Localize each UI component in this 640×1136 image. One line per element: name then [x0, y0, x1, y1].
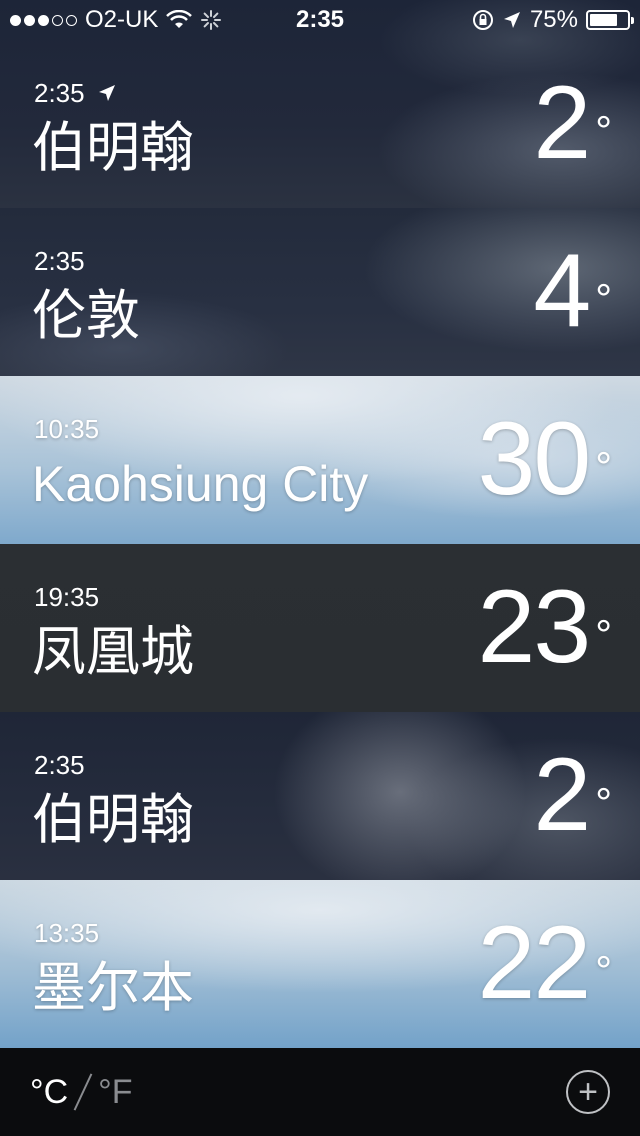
unit-separator — [73, 1073, 93, 1111]
fahrenheit-option[interactable]: °F — [98, 1073, 132, 1112]
city-time-text: 2:35 — [34, 78, 85, 108]
temp-value: 2 — [533, 65, 591, 181]
city-local-time: 2:35 — [34, 750, 85, 780]
activity-spinner-icon — [201, 10, 222, 30]
temp-value: 2 — [533, 737, 591, 853]
location-arrow-icon — [98, 85, 115, 101]
rotation-lock-icon — [472, 10, 493, 30]
weather-app: O2-UK 2:35 75% 2:35 伯明翰 2 ° 2:35 伦敦 4 ° … — [0, 0, 640, 1136]
city-temperature: 22 ° — [477, 905, 612, 1021]
unit-toggle[interactable]: °C °F — [30, 1072, 133, 1112]
degree-sign: ° — [595, 443, 612, 490]
location-arrow-icon — [503, 12, 520, 28]
city-local-time: 13:35 — [34, 918, 100, 948]
status-right: 75% — [472, 6, 634, 34]
battery-icon — [586, 10, 634, 30]
battery-level — [590, 14, 617, 26]
city-name: 伦敦 — [32, 286, 140, 346]
temp-value: 22 — [477, 905, 592, 1021]
city-local-time: 10:35 — [34, 414, 100, 444]
wifi-icon — [166, 10, 193, 28]
celsius-option[interactable]: °C — [30, 1073, 68, 1112]
carrier-label: O2-UK — [85, 6, 159, 33]
signal-strength-icon — [10, 14, 77, 26]
city-temperature: 4 ° — [533, 233, 612, 349]
status-left: O2-UK — [10, 6, 222, 34]
city-name: 墨尔本 — [32, 958, 194, 1018]
temp-value: 30 — [477, 401, 592, 517]
status-bar: O2-UK 2:35 75% — [0, 0, 640, 40]
temp-value: 4 — [533, 233, 591, 349]
city-name: Kaohsiung City — [32, 456, 369, 512]
degree-sign: ° — [595, 779, 612, 826]
city-row[interactable]: 2:35 伦敦 4 ° — [0, 208, 640, 376]
temp-value: 23 — [477, 569, 592, 685]
city-temperature: 2 ° — [533, 737, 612, 853]
city-local-time: 19:35 — [34, 582, 100, 612]
city-temperature: 30 ° — [477, 401, 612, 517]
degree-sign: ° — [595, 611, 612, 658]
add-city-button[interactable]: + — [566, 1070, 610, 1114]
city-local-time: 2:35 — [34, 78, 117, 108]
city-name: 凤凰城 — [32, 622, 194, 682]
degree-sign: ° — [595, 275, 612, 322]
degree-sign: ° — [595, 947, 612, 994]
city-list: 2:35 伯明翰 2 ° 2:35 伦敦 4 ° 10:35 Kaohsiung C… — [0, 0, 640, 1048]
degree-sign: ° — [595, 107, 612, 154]
city-row[interactable]: 10:35 Kaohsiung City 30 ° — [0, 376, 640, 544]
city-row[interactable]: 2:35 伯明翰 2 ° — [0, 712, 640, 880]
add-icon: + — [578, 1073, 598, 1111]
bottom-toolbar: °C °F + — [0, 1048, 640, 1136]
city-temperature: 2 ° — [533, 65, 612, 181]
status-time: 2:35 — [295, 6, 345, 33]
battery-percent: 75% — [529, 6, 578, 33]
city-row[interactable]: 19:35 凤凰城 23 ° — [0, 544, 640, 712]
city-name: 伯明翰 — [32, 118, 194, 178]
city-row[interactable]: 13:35 墨尔本 22 ° — [0, 880, 640, 1048]
city-temperature: 23 ° — [477, 569, 612, 685]
city-name: 伯明翰 — [32, 790, 194, 850]
city-local-time: 2:35 — [34, 246, 85, 276]
